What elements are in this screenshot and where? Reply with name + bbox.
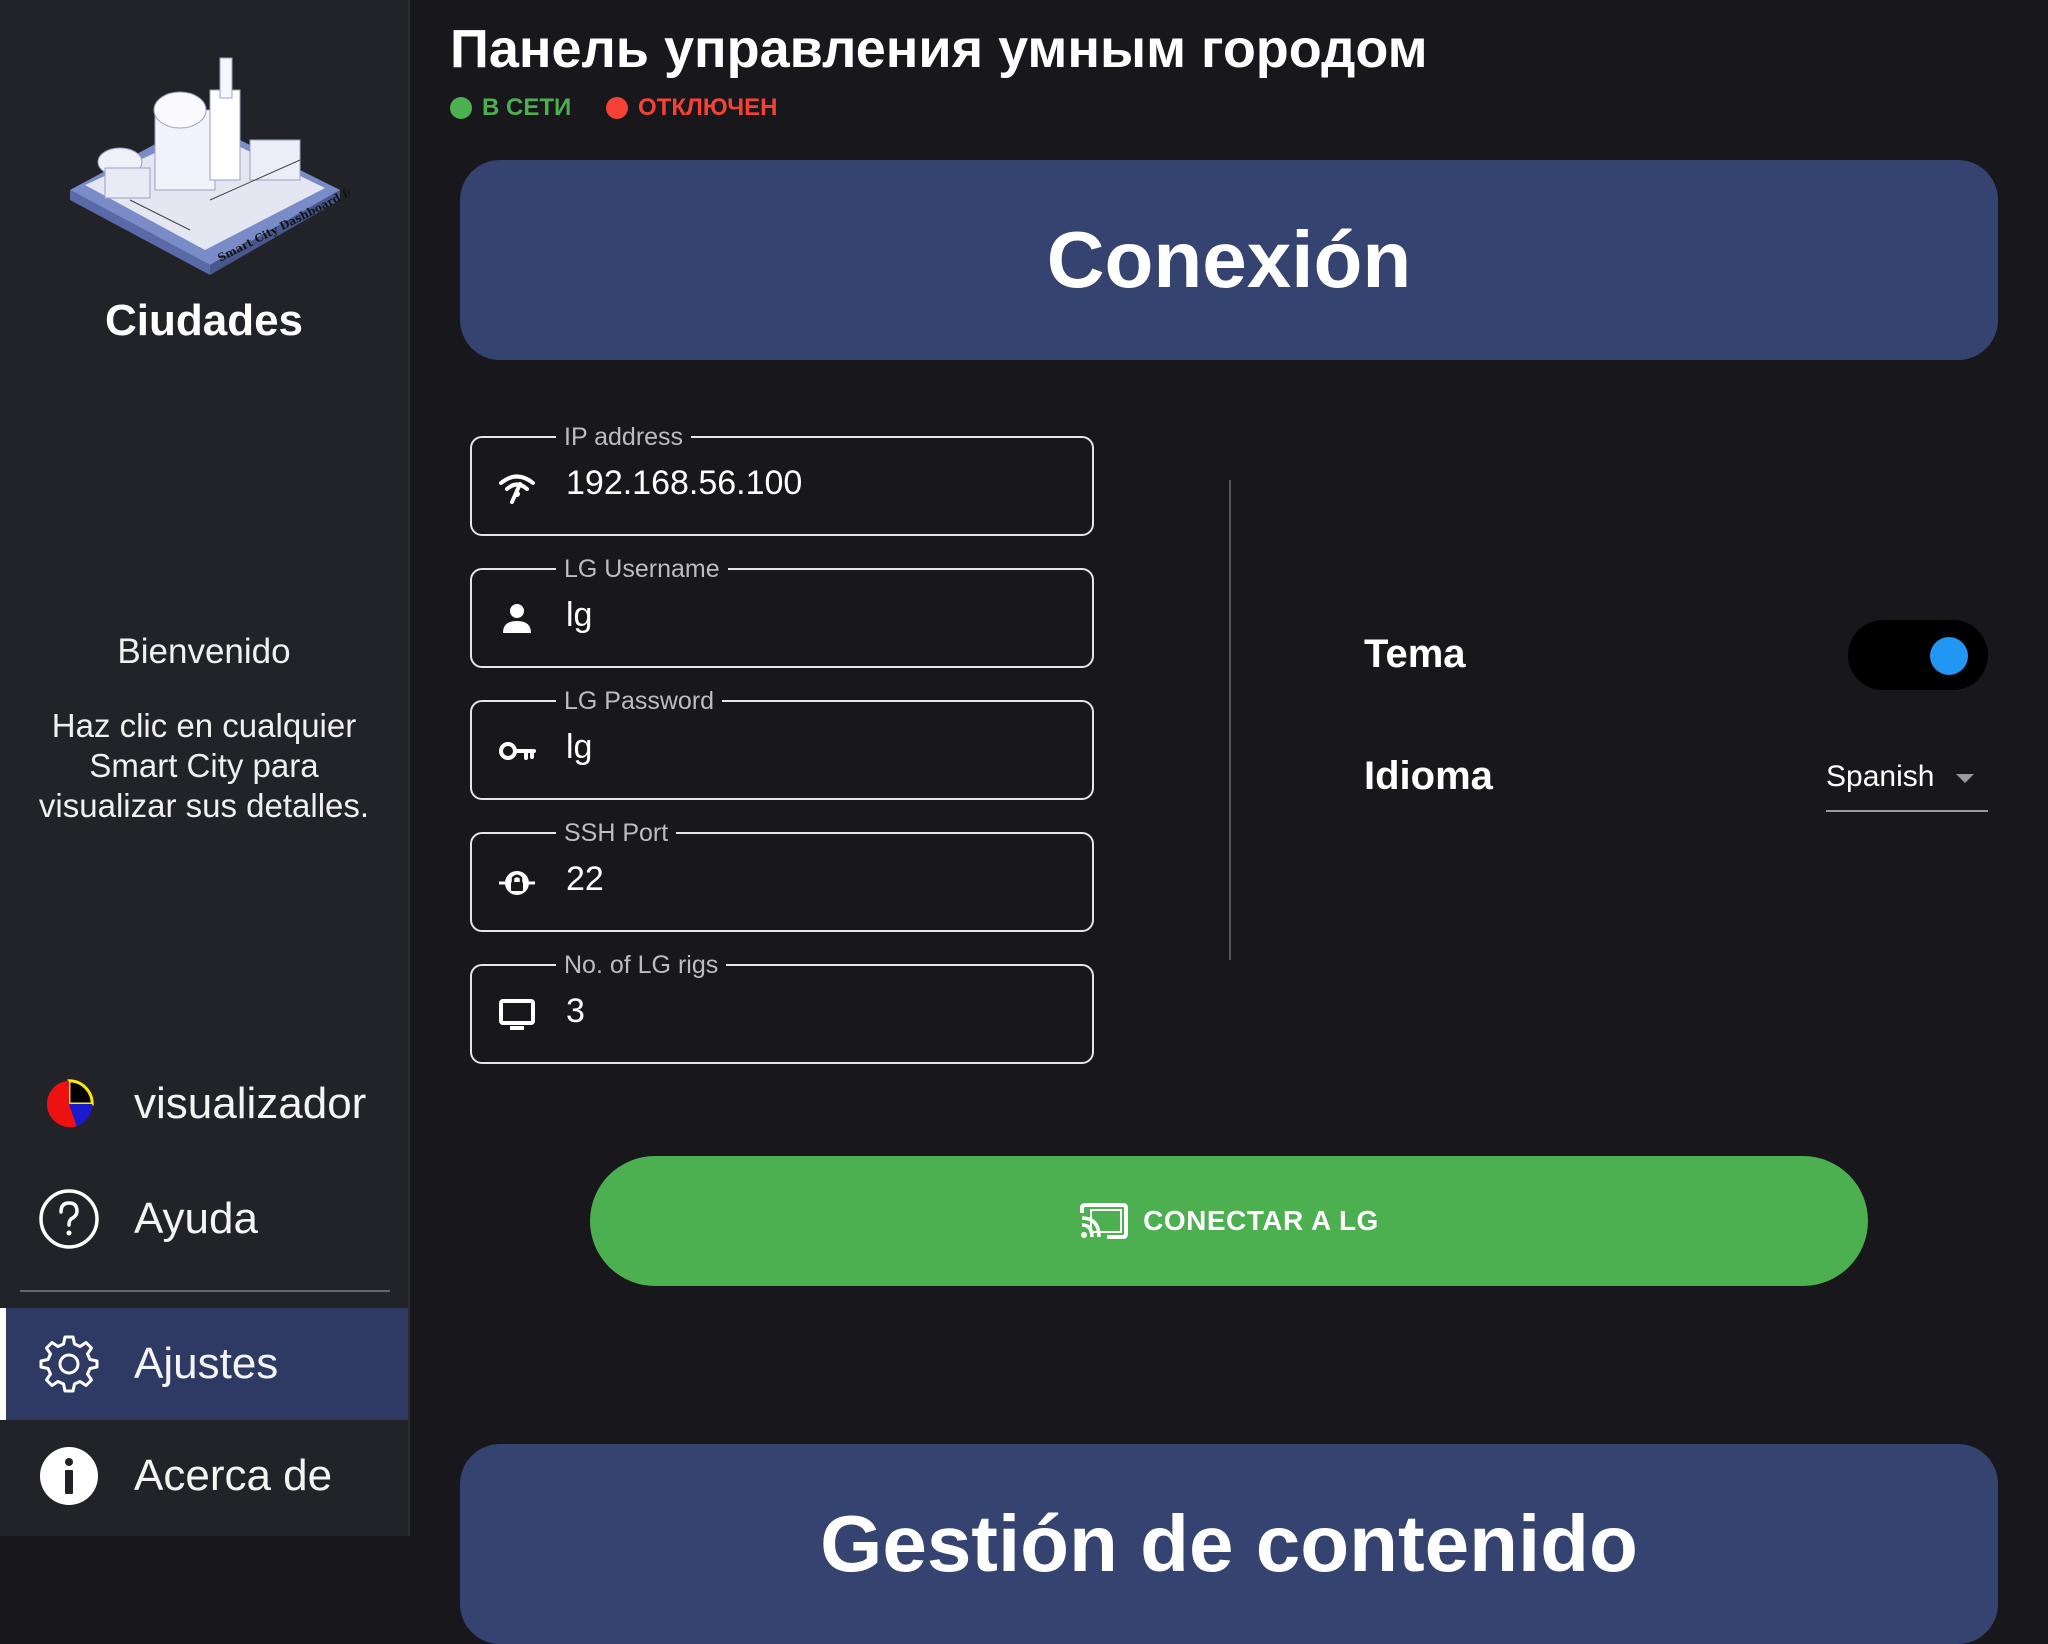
sidebar-title: Ciudades <box>104 296 304 345</box>
theme-toggle[interactable] <box>1848 620 1988 690</box>
key-icon <box>498 732 536 770</box>
offline-dot-icon <box>606 97 628 119</box>
info-icon <box>38 1445 100 1507</box>
field-label: SSH Port <box>556 818 677 848</box>
nav-label: Acerca de <box>134 1451 333 1500</box>
connection-title: Conexión <box>1046 215 1412 304</box>
vertical-divider <box>1229 480 1231 960</box>
lg-rigs-input[interactable]: 3 <box>566 992 585 1031</box>
nav-label: Ayuda <box>134 1194 258 1243</box>
nav-divider <box>20 1290 390 1292</box>
lg-password-input[interactable]: lg <box>566 728 592 767</box>
sidebar: Smart City Dashboard for Ciudades Bienve… <box>0 0 410 1536</box>
chevron-down-icon <box>1956 774 1974 783</box>
welcome-heading: Bienvenido <box>117 632 291 671</box>
help-icon <box>38 1188 100 1250</box>
status-offline-label: ОТКЛЮЧЕН <box>638 94 778 121</box>
nav-item-visualizador[interactable]: visualizador <box>0 1048 408 1160</box>
lock-icon <box>498 864 536 902</box>
connection-banner: Conexión <box>460 160 1998 360</box>
monitor-icon <box>498 996 536 1034</box>
lg-rigs-field[interactable]: No. of LG rigs 3 <box>470 950 1094 1064</box>
pie-chart-icon <box>38 1073 100 1135</box>
nav-item-ayuda[interactable]: Ayuda <box>0 1163 408 1275</box>
welcome-description: Haz clic en cualquier Smart City para vi… <box>38 707 370 824</box>
ip-address-field[interactable]: IP address 192.168.56.100 <box>470 422 1094 536</box>
status-offline: ОТКЛЮЧЕН <box>606 94 777 122</box>
field-label: LG Password <box>556 686 723 716</box>
wifi-icon <box>498 468 536 506</box>
nav-item-ajustes[interactable]: Ajustes <box>0 1308 408 1420</box>
field-label: LG Username <box>556 554 728 584</box>
nav-label: visualizador <box>134 1079 367 1128</box>
nav-label: Ajustes <box>134 1339 279 1388</box>
connect-button-label: CONECTAR A LG <box>1143 1205 1379 1236</box>
lg-username-field[interactable]: LG Username lg <box>470 554 1094 668</box>
lg-password-field[interactable]: LG Password lg <box>470 686 1094 800</box>
status-online: В СЕТИ <box>450 94 571 122</box>
language-select[interactable]: Spanish <box>1826 754 1988 812</box>
language-value: Spanish <box>1826 760 1935 793</box>
theme-label: Tema <box>1364 632 1466 676</box>
language-label: Idioma <box>1364 754 1493 798</box>
toggle-knob <box>1930 637 1968 675</box>
online-dot-icon <box>450 97 472 119</box>
field-label: No. of LG rigs <box>556 950 727 980</box>
ip-address-input[interactable]: 192.168.56.100 <box>566 464 802 503</box>
ssh-port-field[interactable]: SSH Port 22 <box>470 818 1094 932</box>
content-title: Gestión de contenido <box>820 1499 1638 1588</box>
nav-item-acerca-de[interactable]: Acerca de <box>0 1420 408 1532</box>
content-banner: Gestión de contenido <box>460 1444 1998 1644</box>
page-title: Панель управления умным городом <box>450 19 1428 79</box>
cast-icon <box>1079 1201 1129 1241</box>
gear-icon <box>38 1333 100 1395</box>
city-logo: Smart City Dashboard for <box>70 57 350 275</box>
field-label: IP address <box>556 422 692 452</box>
lg-username-input[interactable]: lg <box>566 596 592 635</box>
person-icon <box>498 600 536 638</box>
ssh-port-input[interactable]: 22 <box>566 860 604 899</box>
status-online-label: В СЕТИ <box>482 94 572 121</box>
connect-lg-button[interactable]: CONECTAR A LG <box>590 1156 1868 1286</box>
